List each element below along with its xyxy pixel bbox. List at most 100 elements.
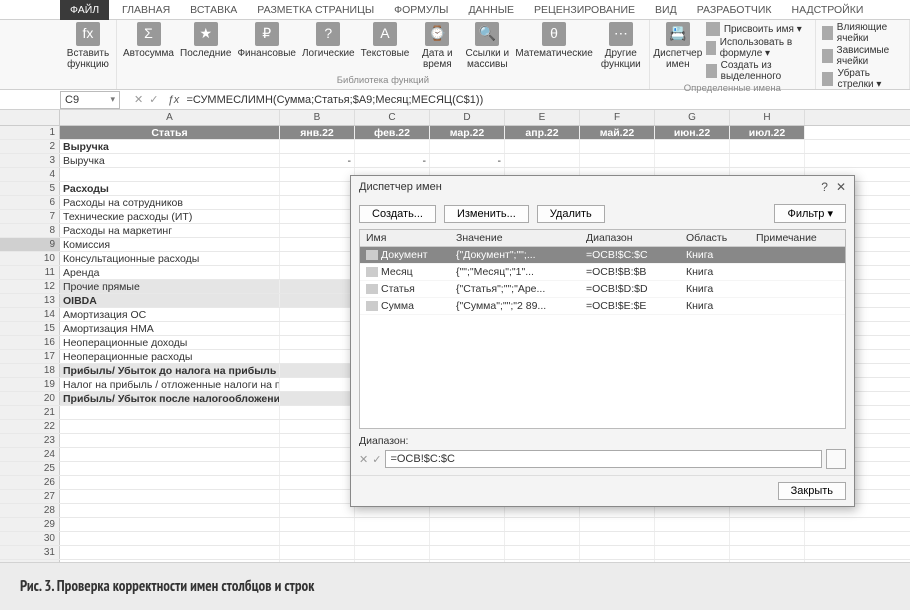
cell[interactable] xyxy=(60,168,280,181)
cell[interactable] xyxy=(655,154,730,167)
row-number[interactable]: 29 xyxy=(0,518,60,531)
cell[interactable] xyxy=(280,266,355,279)
tab-0[interactable]: ГЛАВНАЯ xyxy=(112,2,180,18)
names-small-0[interactable]: Присвоить имя ▾ xyxy=(706,22,809,36)
cell[interactable] xyxy=(60,420,280,433)
tab-4[interactable]: ДАННЫЕ xyxy=(458,2,524,18)
cell[interactable] xyxy=(430,532,505,545)
cell[interactable] xyxy=(280,462,355,475)
col-header-B[interactable]: B xyxy=(280,110,355,125)
audit-small-2[interactable]: Убрать стрелки ▾ xyxy=(822,68,903,90)
cell[interactable] xyxy=(60,518,280,531)
cell[interactable]: OIBDA xyxy=(60,294,280,307)
cell[interactable] xyxy=(730,546,805,559)
row-number[interactable]: 13 xyxy=(0,294,60,307)
cell[interactable] xyxy=(60,532,280,545)
cell[interactable] xyxy=(280,336,355,349)
row-number[interactable]: 3 xyxy=(0,154,60,167)
row-number[interactable]: 12 xyxy=(0,280,60,293)
cell[interactable] xyxy=(430,518,505,531)
cell[interactable] xyxy=(505,154,580,167)
cell[interactable] xyxy=(280,532,355,545)
cell[interactable]: Расходы на сотрудников xyxy=(60,196,280,209)
cell[interactable] xyxy=(280,280,355,293)
row-29[interactable]: 29 xyxy=(0,518,910,532)
cell[interactable] xyxy=(505,518,580,531)
cell[interactable]: Выручка xyxy=(60,140,280,153)
cell[interactable] xyxy=(430,546,505,559)
cell[interactable] xyxy=(355,532,430,545)
cell[interactable]: Выручка xyxy=(60,154,280,167)
row-number[interactable]: 24 xyxy=(0,448,60,461)
cell[interactable] xyxy=(280,168,355,181)
row-number[interactable]: 8 xyxy=(0,224,60,237)
lib-button-7[interactable]: θМатематические xyxy=(515,22,593,59)
row-number[interactable]: 23 xyxy=(0,434,60,447)
cell[interactable] xyxy=(60,448,280,461)
cell[interactable] xyxy=(505,532,580,545)
tab-3[interactable]: ФОРМУЛЫ xyxy=(384,2,458,18)
row-number[interactable]: 11 xyxy=(0,266,60,279)
cell[interactable] xyxy=(280,224,355,237)
row-number[interactable]: 10 xyxy=(0,252,60,265)
row-number[interactable]: 6 xyxy=(0,196,60,209)
cell[interactable]: Прибыль/ Убыток до налога на прибыль xyxy=(60,364,280,377)
name-row-Статья[interactable]: Статья{"Статья";"";"Аре...=OCB!$D:$DКниг… xyxy=(360,281,845,298)
col-header-C[interactable]: C xyxy=(355,110,430,125)
row-number[interactable]: 20 xyxy=(0,392,60,405)
row-number[interactable]: 31 xyxy=(0,546,60,559)
cell[interactable] xyxy=(280,308,355,321)
col-header-G[interactable]: G xyxy=(655,110,730,125)
cell[interactable] xyxy=(580,140,655,153)
audit-small-1[interactable]: Зависимые ячейки xyxy=(822,45,903,67)
close-icon[interactable]: ✕ xyxy=(836,180,846,194)
lib-button-3[interactable]: ?Логические xyxy=(302,22,355,59)
names-small-2[interactable]: Создать из выделенного xyxy=(706,60,809,82)
cell[interactable]: Комиссия xyxy=(60,238,280,251)
cell[interactable] xyxy=(60,462,280,475)
cell[interactable]: Амортизация ОС xyxy=(60,308,280,321)
names-small-1[interactable]: Использовать в формуле ▾ xyxy=(706,37,809,59)
row-number[interactable]: 30 xyxy=(0,532,60,545)
row-number[interactable]: 22 xyxy=(0,420,60,433)
cell[interactable] xyxy=(655,546,730,559)
nm-col-1[interactable]: Значение xyxy=(450,230,580,246)
formula-input[interactable]: =СУММЕСЛИМН(Сумма;Статья;$A9;Месяц;МЕСЯЦ… xyxy=(182,94,910,106)
filter-button[interactable]: Фильтр ▾ xyxy=(774,204,846,223)
row-number[interactable]: 18 xyxy=(0,364,60,377)
lib-button-6[interactable]: 🔍Ссылки и массивы xyxy=(465,22,509,70)
cell[interactable] xyxy=(280,434,355,447)
row-number[interactable]: 14 xyxy=(0,308,60,321)
row-3[interactable]: 3Выручка--- xyxy=(0,154,910,168)
cell[interactable] xyxy=(730,154,805,167)
cell[interactable] xyxy=(580,154,655,167)
lib-button-0[interactable]: ΣАвтосумма xyxy=(123,22,174,59)
cell[interactable] xyxy=(430,140,505,153)
cell[interactable] xyxy=(580,518,655,531)
range-picker-icon[interactable] xyxy=(826,449,846,469)
cell[interactable]: Неоперационные доходы xyxy=(60,336,280,349)
row-number[interactable]: 21 xyxy=(0,406,60,419)
cell[interactable]: Амортизация НМА xyxy=(60,322,280,335)
cell[interactable] xyxy=(280,182,355,195)
cell[interactable] xyxy=(280,490,355,503)
range-input[interactable]: =OCB!$C:$C xyxy=(385,450,822,468)
cell[interactable]: Консультационные расходы xyxy=(60,252,280,265)
row-number[interactable]: 27 xyxy=(0,490,60,503)
nm-col-2[interactable]: Диапазон xyxy=(580,230,680,246)
cell[interactable]: Прибыль/ Убыток после налогообложения xyxy=(60,392,280,405)
nm-col-0[interactable]: Имя xyxy=(360,230,450,246)
tab-2[interactable]: РАЗМЕТКА СТРАНИЦЫ xyxy=(247,2,384,18)
cell[interactable] xyxy=(280,448,355,461)
row-number[interactable]: 28 xyxy=(0,504,60,517)
name-row-Сумма[interactable]: Сумма{"Сумма";"";"2 89...=OCB!$E:$EКнига xyxy=(360,298,845,315)
cancel-icon[interactable]: ✕ xyxy=(134,93,143,106)
row-number[interactable]: 5 xyxy=(0,182,60,195)
cell[interactable] xyxy=(355,140,430,153)
lib-button-1[interactable]: ★Последние xyxy=(180,22,231,59)
confirm-icon[interactable]: ✓ xyxy=(149,93,158,106)
lib-button-5[interactable]: ⌚Дата и время xyxy=(415,22,459,70)
cell[interactable] xyxy=(655,140,730,153)
tab-6[interactable]: ВИД xyxy=(645,2,687,18)
cell[interactable] xyxy=(60,504,280,517)
